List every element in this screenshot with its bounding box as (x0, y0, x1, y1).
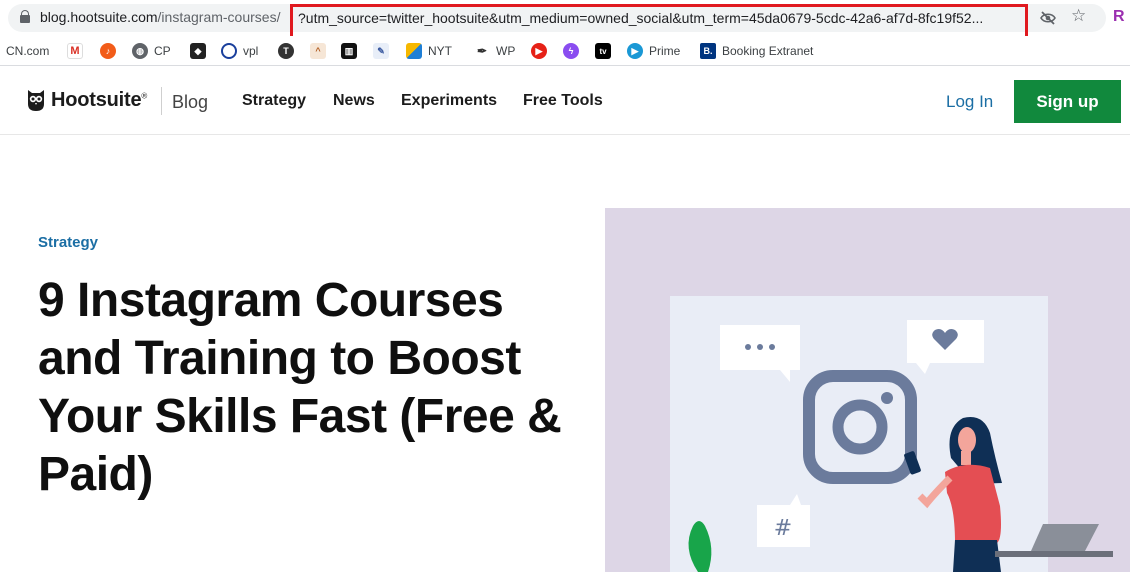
appletv-icon: tv (595, 43, 611, 59)
bookmark-label: vpl (243, 44, 259, 58)
bookmark-cp[interactable]: ◍ CP (132, 42, 171, 60)
brand-mark: ® (141, 91, 148, 101)
bookmark-book[interactable]: ▥ (341, 42, 363, 60)
bookmark-label: NYT (428, 44, 452, 58)
signup-button[interactable]: Sign up (1014, 80, 1121, 123)
pen-icon: ✒ (474, 43, 490, 59)
bookmark-vpl[interactable]: vpl (221, 42, 258, 60)
bookmark-label: CP (154, 44, 171, 58)
url-query: ?utm_source=twitter_hootsuite&utm_medium… (298, 10, 984, 26)
bookmark-nyt[interactable]: NYT (406, 42, 452, 60)
bookmark-note[interactable]: ✎ (373, 42, 395, 60)
bookmark-youtube[interactable]: ▶ (531, 42, 553, 60)
url-text[interactable]: blog.hootsuite.com/instagram-courses/ (40, 9, 280, 25)
note-icon: ✎ (373, 43, 389, 59)
bookmark-cn[interactable]: CN.com (6, 42, 49, 60)
shield-icon: ◆ (190, 43, 206, 59)
hero-illustration: # (605, 208, 1130, 572)
messenger-icon: ϟ (563, 43, 579, 59)
music-icon: ♪ (100, 43, 116, 59)
cube-icon (406, 43, 422, 59)
browser-address-bar: blog.hootsuite.com/instagram-courses/ ?u… (0, 0, 1130, 39)
bookmark-music[interactable]: ♪ (100, 42, 122, 60)
eye-slash-icon[interactable] (1040, 10, 1056, 26)
bookmark-messenger[interactable]: ϟ (563, 42, 585, 60)
url-path: /instagram-courses/ (157, 9, 281, 25)
star-icon[interactable]: ☆ (1071, 6, 1086, 26)
globe-icon: ◍ (132, 43, 148, 59)
booking-icon: B. (700, 43, 716, 59)
bookmark-label: Prime (649, 44, 681, 58)
article-headline: 9 Instagram Courses and Training to Boos… (38, 274, 562, 501)
lock-icon[interactable] (20, 10, 30, 23)
url-host: blog.hootsuite.com (40, 9, 158, 25)
nav-strategy[interactable]: Strategy (242, 92, 306, 110)
brand-name: Hootsuite (51, 89, 142, 111)
bookmark-t[interactable]: T (278, 42, 300, 60)
gmail-icon: M (67, 43, 83, 59)
bookmark-shield[interactable]: ◆ (190, 42, 212, 60)
bookmark-booking[interactable]: B. Booking Extranet (700, 42, 813, 60)
hashtag-text: # (774, 516, 792, 541)
bookmark-label: Booking Extranet (722, 44, 814, 58)
bookmark-wp[interactable]: ✒ WP (474, 42, 515, 60)
prime-icon: ▶ (627, 43, 643, 59)
bookmark-label: WP (496, 44, 516, 58)
brand-logo[interactable]: Hootsuite® (51, 89, 147, 112)
extension-icon[interactable]: R (1113, 7, 1125, 27)
bookmark-prime[interactable]: ▶ Prime (627, 42, 680, 60)
book-icon: ▥ (341, 43, 357, 59)
blog-label[interactable]: Blog (172, 92, 208, 113)
nav-experiments[interactable]: Experiments (401, 92, 497, 110)
brand-divider (161, 87, 162, 115)
article-category[interactable]: Strategy (38, 234, 98, 251)
t-icon: T (278, 43, 294, 59)
nav-free-tools[interactable]: Free Tools (523, 92, 603, 110)
bookmark-appletv[interactable]: tv (595, 42, 617, 60)
youtube-icon: ▶ (531, 43, 547, 59)
bookmark-label: CN.com (6, 44, 50, 58)
nav-news[interactable]: News (333, 92, 375, 110)
bookmark-hat[interactable]: ^ (310, 42, 332, 60)
hootsuite-owl-icon[interactable] (26, 88, 46, 112)
url-query-highlight[interactable]: ?utm_source=twitter_hootsuite&utm_medium… (290, 4, 1028, 39)
bookmark-gmail[interactable]: M (67, 42, 89, 60)
login-link[interactable]: Log In (946, 92, 993, 112)
hat-icon: ^ (310, 43, 326, 59)
vpl-icon (221, 43, 237, 59)
bookmarks-bar: CN.com M ♪ ◍ CP ◆ vpl T ^ ▥ ✎ NYT ✒ WP ▶… (0, 36, 1130, 66)
site-header: Hootsuite® Blog Strategy News Experiment… (0, 67, 1130, 135)
